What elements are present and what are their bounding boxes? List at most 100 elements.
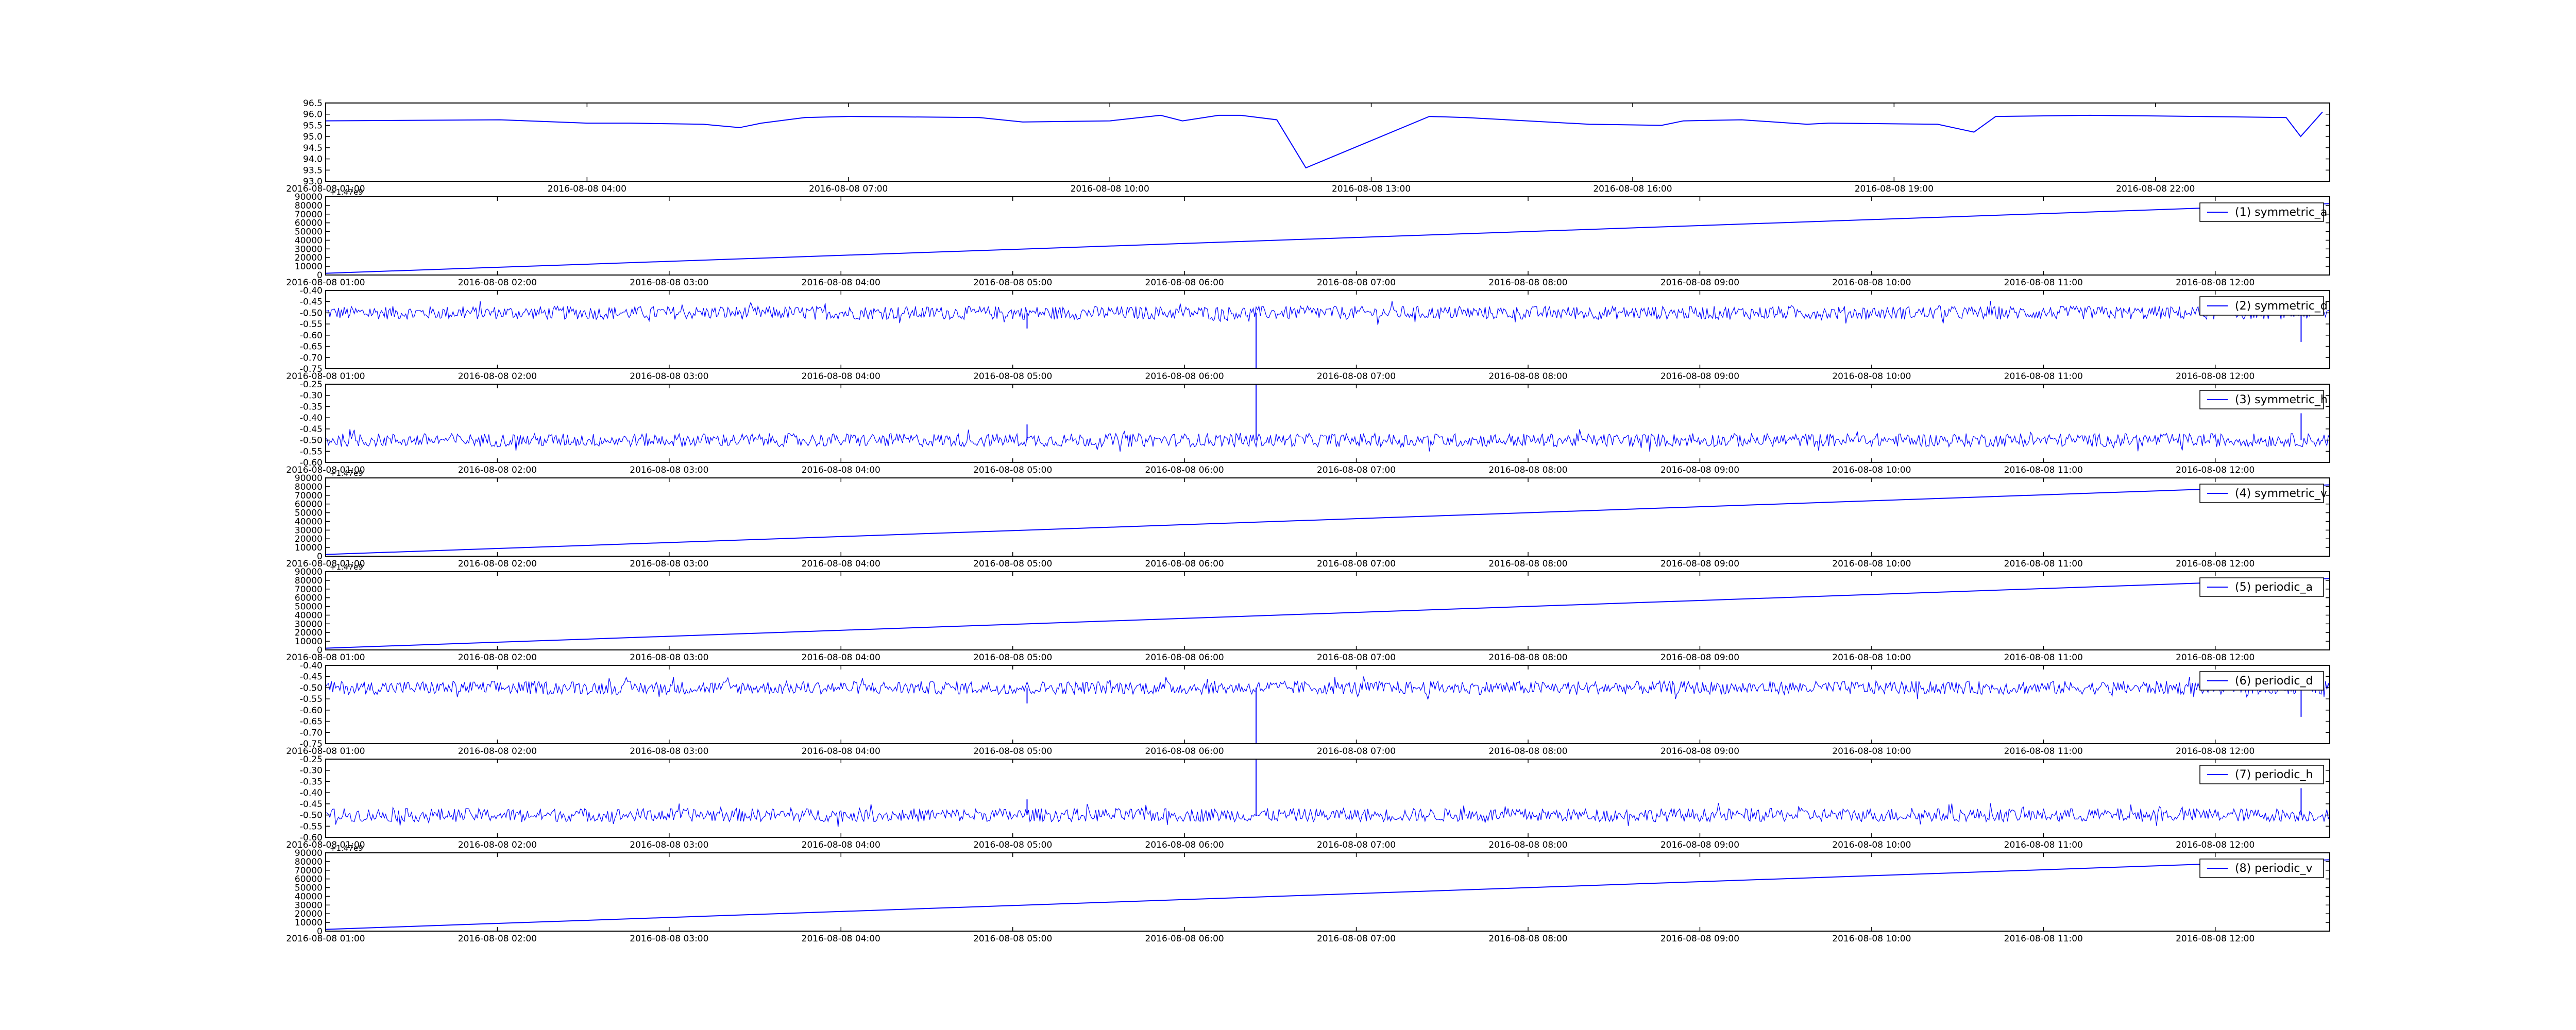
- legend: (1) symmetric_a: [2199, 202, 2327, 222]
- y-tick-label: -0.55: [300, 447, 323, 457]
- x-tick-label: 2016-08-08 05:00: [973, 934, 1052, 944]
- x-tick-label: 2016-08-08 10:00: [1832, 278, 1911, 288]
- y-tick-label: -0.30: [300, 391, 323, 401]
- y-tick-label: 94.0: [303, 154, 323, 165]
- x-tick-label: 2016-08-08 09:00: [1660, 371, 1739, 382]
- y-tick-label: -0.55: [300, 821, 323, 832]
- y-tick-label: -0.45: [300, 424, 323, 435]
- y-tick-label: -0.35: [300, 402, 323, 412]
- x-tick-label: 2016-08-08 08:00: [1488, 934, 1567, 944]
- y-tick-label: -0.45: [300, 672, 323, 682]
- x-tick-label: 2016-08-08 03:00: [630, 934, 708, 944]
- y-tick-label: -0.55: [300, 319, 323, 330]
- y-tick-label: -0.25: [300, 380, 323, 390]
- x-tick-label: 2016-08-08 10:00: [1832, 746, 1911, 757]
- x-tick-label: 2016-08-08 10:00: [1832, 465, 1911, 475]
- x-tick-label: 2016-08-08 12:00: [2176, 934, 2255, 944]
- x-tick-label: 2016-08-08 12:00: [2176, 465, 2255, 475]
- x-tick-label: 2016-08-08 03:00: [630, 653, 708, 663]
- y-tick-label: -0.60: [300, 331, 323, 341]
- x-tick-label: 2016-08-08 04:00: [802, 746, 880, 757]
- x-tick-label: 2016-08-08 01:00: [286, 371, 365, 382]
- x-tick-label: 2016-08-08 09:00: [1660, 278, 1739, 288]
- x-tick-label: 2016-08-08 12:00: [2176, 371, 2255, 382]
- x-tick-label: 2016-08-08 03:00: [630, 278, 708, 288]
- x-tick-label: 2016-08-08 02:00: [458, 934, 537, 944]
- x-tick-label: 2016-08-08 08:00: [1488, 746, 1567, 757]
- y-tick-label: 95.0: [303, 132, 323, 142]
- x-tick-label: 2016-08-08 02:00: [458, 840, 537, 850]
- legend: (8) periodic_v: [2199, 859, 2324, 878]
- x-tick-label: 2016-08-08 03:00: [630, 746, 708, 757]
- x-tick-label: 2016-08-08 06:00: [1145, 934, 1224, 944]
- legend-label: (6) periodic_d: [2235, 675, 2313, 688]
- y-tick-label: 96.0: [303, 110, 323, 120]
- multi-panel-figure: 96.596.095.595.094.594.093.593.02016-08-…: [0, 0, 2576, 1030]
- x-tick-label: 2016-08-08 05:00: [973, 559, 1052, 569]
- x-tick-label: 2016-08-08 05:00: [973, 465, 1052, 475]
- x-tick-label: 2016-08-08 03:00: [630, 465, 708, 475]
- y-tick-label: -0.50: [300, 436, 323, 446]
- x-tick-label: 2016-08-08 11:00: [2004, 746, 2083, 757]
- x-tick-label: 2016-08-08 02:00: [458, 465, 537, 475]
- x-tick-label: 2016-08-08 07:00: [1317, 653, 1396, 663]
- x-tick-label: 2016-08-08 07:00: [809, 184, 888, 194]
- legend: (7) periodic_h: [2199, 765, 2324, 784]
- legend-label: (4) symmetric_v: [2235, 487, 2327, 500]
- y-tick-label: -0.40: [300, 788, 323, 798]
- y-tick-label: -0.35: [300, 777, 323, 787]
- x-tick-label: 2016-08-08 11:00: [2004, 465, 2083, 475]
- x-tick-label: 2016-08-08 02:00: [458, 278, 537, 288]
- y-offset-label: +1.47e9: [330, 187, 363, 197]
- y-tick-label: -0.70: [300, 728, 323, 738]
- x-tick-label: 2016-08-08 07:00: [1317, 371, 1396, 382]
- x-tick-label: 2016-08-08 10:00: [1832, 371, 1911, 382]
- x-tick-label: 2016-08-08 04:00: [802, 840, 880, 850]
- x-tick-label: 2016-08-08 12:00: [2176, 840, 2255, 850]
- y-tick-label: -0.50: [300, 811, 323, 821]
- x-tick-label: 2016-08-08 01:00: [286, 934, 365, 944]
- x-tick-label: 2016-08-08 04:00: [802, 278, 880, 288]
- x-tick-label: 2016-08-08 02:00: [458, 559, 537, 569]
- x-tick-label: 2016-08-08 04:00: [802, 653, 880, 663]
- legend: (2) symmetric_d: [2199, 296, 2328, 316]
- x-tick-label: 2016-08-08 09:00: [1660, 840, 1739, 850]
- x-tick-label: 2016-08-08 09:00: [1660, 465, 1739, 475]
- x-tick-label: 2016-08-08 09:00: [1660, 653, 1739, 663]
- x-tick-label: 2016-08-08 05:00: [973, 746, 1052, 757]
- x-tick-label: 2016-08-08 12:00: [2176, 278, 2255, 288]
- legend: (5) periodic_a: [2199, 577, 2324, 597]
- x-tick-label: 2016-08-08 01:00: [286, 278, 365, 288]
- x-tick-label: 2016-08-08 11:00: [2004, 840, 2083, 850]
- x-tick-label: 2016-08-08 07:00: [1317, 559, 1396, 569]
- x-tick-label: 2016-08-08 06:00: [1145, 465, 1224, 475]
- x-tick-label: 2016-08-08 07:00: [1317, 746, 1396, 757]
- x-tick-label: 2016-08-08 11:00: [2004, 559, 2083, 569]
- y-tick-label: -0.40: [300, 413, 323, 423]
- y-tick-label: -0.70: [300, 353, 323, 363]
- y-tick-label: -0.25: [300, 754, 323, 765]
- legend-label: (8) periodic_v: [2235, 862, 2312, 875]
- y-tick-label: 96.5: [303, 98, 323, 109]
- x-tick-label: 2016-08-08 03:00: [630, 371, 708, 382]
- x-tick-label: 2016-08-08 10:00: [1071, 184, 1149, 194]
- x-tick-label: 2016-08-08 19:00: [1855, 184, 1934, 194]
- y-tick-label: -0.45: [300, 297, 323, 307]
- x-tick-label: 2016-08-08 07:00: [1317, 278, 1396, 288]
- x-tick-label: 2016-08-08 10:00: [1832, 653, 1911, 663]
- x-tick-label: 2016-08-08 22:00: [2116, 184, 2195, 194]
- x-tick-label: 2016-08-08 09:00: [1660, 934, 1739, 944]
- x-tick-label: 2016-08-08 08:00: [1488, 653, 1567, 663]
- y-tick-label: -0.60: [300, 706, 323, 716]
- x-tick-label: 2016-08-08 08:00: [1488, 559, 1567, 569]
- x-tick-label: 2016-08-08 08:00: [1488, 278, 1567, 288]
- x-tick-label: 2016-08-08 04:00: [802, 934, 880, 944]
- y-tick-label: -0.40: [300, 661, 323, 671]
- x-tick-label: 2016-08-08 13:00: [1332, 184, 1411, 194]
- legend-label: (3) symmetric_h: [2235, 393, 2328, 406]
- x-tick-label: 2016-08-08 06:00: [1145, 371, 1224, 382]
- x-tick-label: 2016-08-08 05:00: [973, 653, 1052, 663]
- x-tick-label: 2016-08-08 07:00: [1317, 840, 1396, 850]
- x-tick-label: 2016-08-08 08:00: [1488, 840, 1567, 850]
- y-offset-label: +1.47e9: [330, 562, 363, 572]
